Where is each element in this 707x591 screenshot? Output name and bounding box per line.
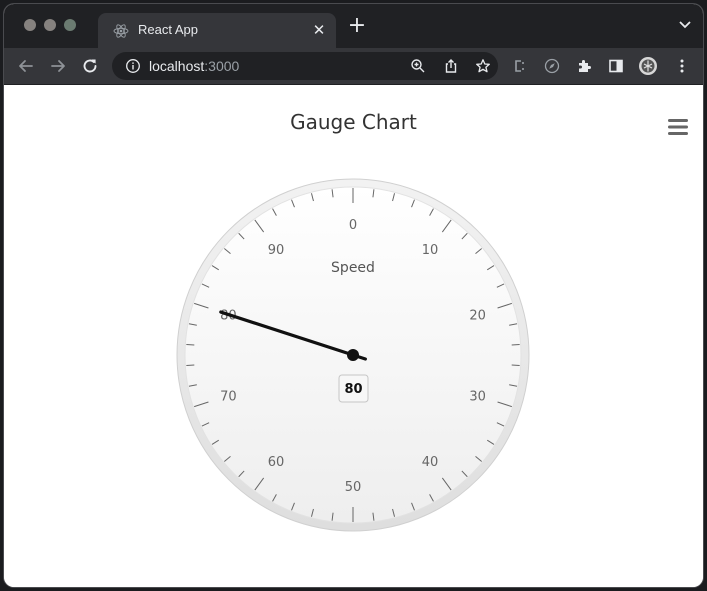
new-tab-button[interactable]: + bbox=[346, 15, 368, 37]
url-host: localhost bbox=[149, 58, 205, 74]
window-minimize-button[interactable] bbox=[44, 19, 56, 31]
page-content: Gauge Chart 0102030405060708090 Spee bbox=[4, 85, 703, 587]
gauge-tick-label: 20 bbox=[469, 309, 486, 324]
url-text[interactable]: localhost:3000 bbox=[149, 58, 239, 74]
gauge-tick-label: 50 bbox=[345, 480, 362, 495]
gauge-tick-label: 10 bbox=[422, 243, 439, 258]
extensions-puzzle-icon[interactable] bbox=[576, 58, 592, 74]
gauge-value-label: 80 bbox=[344, 382, 362, 397]
profile-avatar[interactable] bbox=[638, 56, 658, 76]
gauge-minor-tick bbox=[186, 344, 195, 346]
browser-menu-kebab-icon[interactable] bbox=[674, 58, 690, 74]
compass-extension-icon[interactable] bbox=[544, 58, 560, 74]
tab-search-chevron-icon[interactable] bbox=[679, 20, 691, 30]
tab-react-app[interactable]: React App ✕ bbox=[98, 13, 336, 48]
gauge-minor-tick bbox=[511, 344, 520, 346]
gauge-chart: 0102030405060708090 Speed 80 bbox=[176, 178, 530, 532]
back-arrow-icon[interactable] bbox=[16, 56, 36, 76]
tab-close-icon[interactable]: ✕ bbox=[310, 21, 328, 39]
site-info-icon[interactable] bbox=[125, 58, 141, 74]
gauge-tick-label: 90 bbox=[268, 243, 285, 258]
zoom-icon[interactable] bbox=[410, 58, 426, 74]
tab-title: React App bbox=[138, 22, 198, 37]
gauge-minor-tick bbox=[511, 364, 520, 366]
browser-window: React App ✕ + localhost:3000 Gauge Chart… bbox=[4, 4, 703, 587]
gauge-tick-label: 60 bbox=[268, 455, 285, 470]
gauge-needle-pivot bbox=[347, 349, 359, 361]
window-close-button[interactable] bbox=[24, 19, 36, 31]
side-panel-icon[interactable] bbox=[608, 58, 624, 74]
tab-strip: React App ✕ + bbox=[4, 4, 703, 48]
share-icon[interactable] bbox=[443, 58, 459, 74]
gauge-tick-label: 40 bbox=[422, 455, 439, 470]
extension-c-icon[interactable] bbox=[512, 58, 528, 74]
browser-toolbar: localhost:3000 bbox=[4, 48, 703, 85]
forward-arrow-icon[interactable] bbox=[48, 56, 68, 76]
gauge-tick-label: 30 bbox=[469, 389, 486, 404]
react-logo-icon bbox=[113, 24, 129, 38]
window-maximize-button[interactable] bbox=[64, 19, 76, 31]
address-bar[interactable]: localhost:3000 bbox=[112, 52, 498, 80]
gauge-tick-label: 0 bbox=[349, 218, 357, 233]
reload-icon[interactable] bbox=[80, 56, 100, 76]
bookmark-star-icon[interactable] bbox=[475, 58, 491, 74]
url-port: :3000 bbox=[204, 58, 240, 74]
gauge-minor-tick bbox=[186, 364, 195, 366]
gauge-pane-title: Speed bbox=[331, 260, 375, 276]
gauge-tick-label: 70 bbox=[220, 389, 237, 404]
